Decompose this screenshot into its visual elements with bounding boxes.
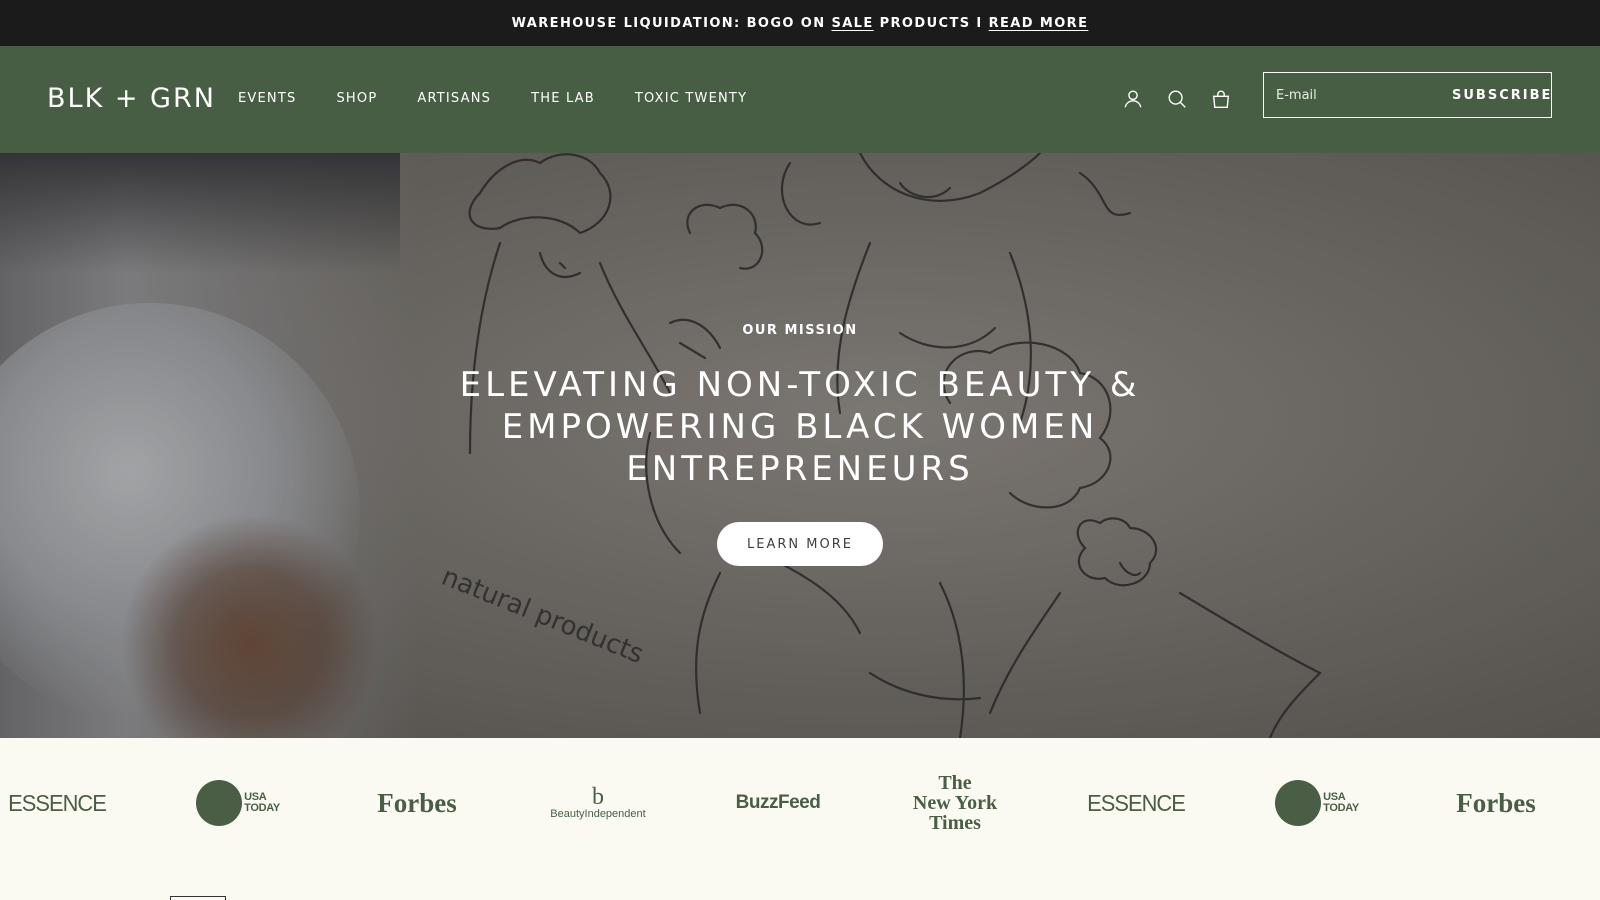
- usa-today-line2: TODAY: [244, 802, 280, 814]
- nav-artisans[interactable]: ARTISANS: [417, 89, 491, 109]
- email-field[interactable]: [1264, 73, 1446, 117]
- usa-today-dot-2: [1275, 780, 1322, 826]
- hero-eyebrow: OUR MISSION: [742, 323, 858, 338]
- usa-today-dot: [196, 780, 243, 826]
- nav-events[interactable]: EVENTS: [238, 89, 296, 109]
- nav-toxic-twenty[interactable]: TOXIC TWENTY: [635, 89, 747, 109]
- read-more-link[interactable]: READ MORE: [989, 16, 1089, 31]
- subscribe-button[interactable]: SUBSCRIBE: [1446, 73, 1560, 117]
- newsletter-form: SUBSCRIBE: [1263, 72, 1552, 118]
- usa-today-logo: USA TODAY: [193, 778, 283, 828]
- nav-shop[interactable]: SHOP: [336, 89, 377, 109]
- hero-banner: natural products OUR MISSION ELEVATING N…: [0, 153, 1600, 738]
- beauty-independent-mark: b: [592, 784, 604, 810]
- header-icons: [1120, 86, 1252, 112]
- sale-link[interactable]: SALE: [831, 16, 873, 31]
- buzzfeed-logo: BuzzFeed: [735, 792, 821, 813]
- account-icon[interactable]: [1120, 86, 1146, 112]
- usa-today-2-line2: TODAY: [1323, 802, 1359, 814]
- nyt-line1: The: [938, 772, 972, 794]
- nyt-line3: Times: [929, 812, 981, 834]
- hero-content: OUR MISSION ELEVATING NON-TOXIC BEAUTY &…: [0, 153, 1600, 738]
- search-icon[interactable]: [1164, 86, 1190, 112]
- bag-icon[interactable]: [1208, 86, 1234, 112]
- section-edge: [170, 896, 226, 900]
- nav-the-lab[interactable]: THE LAB: [531, 89, 595, 109]
- site-header: BLK + GRN EVENTS SHOP ARTISANS THE LAB T…: [0, 46, 1600, 153]
- announcement-text: WAREHOUSE LIQUIDATION: BOGO ON: [511, 15, 826, 31]
- forbes-logo-2: Forbes: [1456, 787, 1536, 818]
- announcement-text-after: PRODUCTS I: [879, 15, 983, 31]
- usa-today-logo-2: USA TODAY: [1272, 778, 1362, 828]
- essence-logo-2: ESSENCE: [1087, 789, 1186, 816]
- essence-logo: ESSENCE: [8, 789, 107, 816]
- main-nav: EVENTS SHOP ARTISANS THE LAB TOXIC TWENT…: [238, 89, 787, 109]
- nyt-line2: New York: [912, 792, 998, 814]
- beauty-independent-word: BeautyIndependent: [550, 808, 646, 820]
- announcement-bar: WAREHOUSE LIQUIDATION: BOGO ON SALE PROD…: [0, 0, 1600, 46]
- press-logos-strip: ESSENCE USA TODAY Forbes b BeautyIndepen…: [0, 738, 1600, 900]
- brand-logo[interactable]: BLK + GRN: [47, 84, 216, 114]
- hero-headline: ELEVATING NON-TOXIC BEAUTY & EMPOWERING …: [459, 365, 1141, 489]
- beauty-independent-logo: b BeautyIndependent: [548, 778, 648, 828]
- forbes-logo: Forbes: [377, 787, 457, 818]
- learn-more-button[interactable]: LEARN MORE: [717, 522, 883, 566]
- nyt-logo: The New York Times: [905, 768, 1005, 838]
